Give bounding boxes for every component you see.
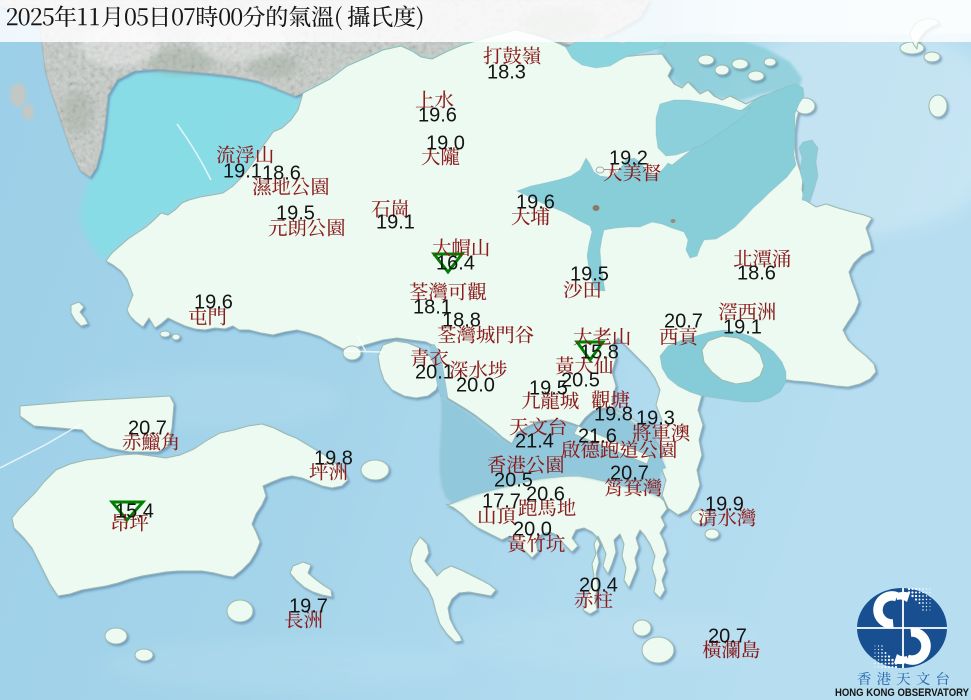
svg-text:19.5: 19.5	[529, 378, 568, 400]
svg-text:19.8: 19.8	[594, 404, 633, 426]
svg-text:20.7: 20.7	[708, 626, 747, 648]
svg-text:15.8: 15.8	[580, 342, 619, 364]
svg-text:15.4: 15.4	[115, 501, 154, 523]
svg-text:19.3: 19.3	[636, 408, 675, 430]
svg-text:20.0: 20.0	[513, 519, 552, 541]
svg-text:21.4: 21.4	[515, 431, 554, 453]
svg-text:19.5: 19.5	[276, 203, 315, 225]
svg-text:20.7: 20.7	[664, 311, 703, 333]
svg-text:16.4: 16.4	[436, 253, 475, 275]
svg-text:18.8: 18.8	[442, 310, 481, 332]
svg-text:18.6: 18.6	[737, 263, 776, 285]
svg-text:18.3: 18.3	[487, 62, 526, 84]
svg-text:19.0: 19.0	[426, 133, 465, 155]
svg-text:19.1: 19.1	[723, 317, 762, 339]
svg-text:19.1: 19.1	[376, 212, 415, 234]
svg-text:19.7: 19.7	[289, 596, 328, 618]
svg-text:19.2: 19.2	[609, 148, 648, 170]
svg-text:19.5: 19.5	[570, 264, 609, 286]
svg-text:19.8: 19.8	[314, 448, 353, 470]
svg-text:21.6: 21.6	[578, 426, 617, 448]
svg-text:HONG KONG OBSERVATORY: HONG KONG OBSERVATORY	[835, 687, 970, 699]
svg-text:18.6: 18.6	[262, 163, 301, 185]
svg-text:19.9: 19.9	[705, 494, 744, 516]
svg-text:20.0: 20.0	[456, 375, 495, 397]
svg-text:20.4: 20.4	[579, 575, 618, 597]
svg-text:19.6: 19.6	[516, 192, 555, 214]
svg-text:20.7: 20.7	[610, 463, 649, 485]
svg-text:20.1: 20.1	[415, 362, 454, 384]
svg-text:20.7: 20.7	[128, 418, 167, 440]
svg-text:17.7: 17.7	[482, 491, 521, 513]
svg-text:19.6: 19.6	[418, 105, 457, 127]
svg-text:19.6: 19.6	[194, 292, 233, 314]
svg-text:20.6: 20.6	[526, 484, 565, 506]
